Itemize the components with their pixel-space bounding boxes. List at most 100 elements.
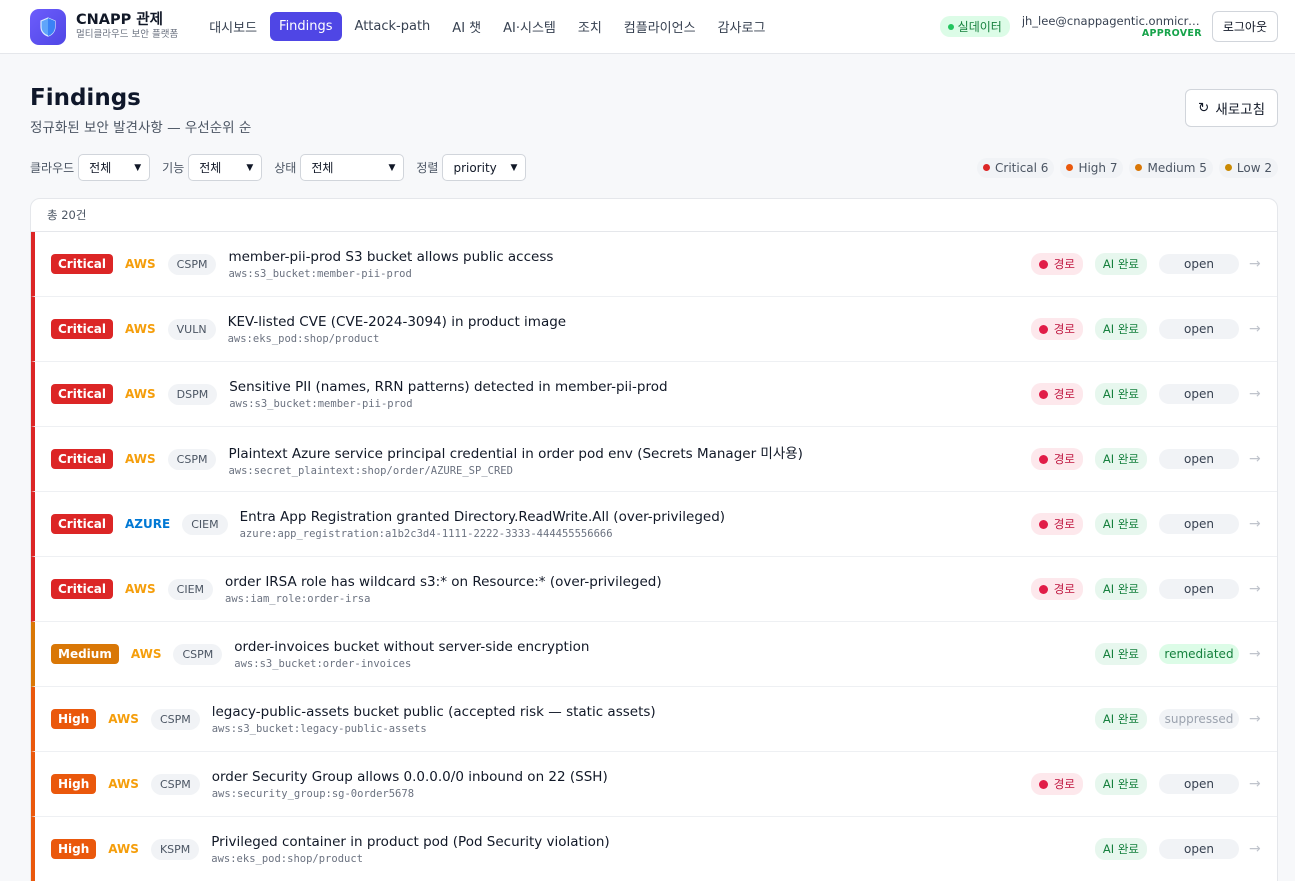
attack-path-badge: 경로: [1030, 513, 1083, 535]
legend-item: Low 2: [1218, 157, 1278, 178]
finding-resource: aws:s3_bucket:member-pii-prod: [228, 267, 412, 280]
logout-button[interactable]: 로그아웃: [1211, 11, 1278, 42]
user-role: APPROVER: [1141, 28, 1202, 39]
finding-title: Privileged container in product pod (Pod…: [211, 833, 610, 850]
path-label: 경로: [1053, 517, 1075, 531]
attack-path-badge: 경로: [1030, 448, 1083, 470]
table-row[interactable]: High AWS CSPM order Security Group allows 0…: [31, 752, 1277, 817]
arrow-right-icon[interactable]: →: [1249, 841, 1263, 857]
finding-resource: aws:s3_bucket:order-invoices: [234, 657, 412, 670]
chevron-down-icon: ▼: [246, 162, 254, 173]
legend-item: Critical 6: [977, 157, 1055, 178]
finding-title: KEV-listed CVE (CVE-2024-3094) in produc…: [227, 313, 567, 330]
path-dot-icon: [1038, 584, 1048, 594]
filter-select[interactable]: 전체 ▼: [300, 154, 405, 181]
table-row[interactable]: Critical AZURE CIEM Entra App Registration …: [31, 492, 1277, 557]
table-row[interactable]: Critical AWS VULN KEV-listed CVE (CVE-2024-…: [31, 297, 1277, 362]
cloud-label: AWS: [125, 322, 156, 336]
arrow-right-icon[interactable]: →: [1249, 451, 1263, 467]
filter-select[interactable]: priority ▼: [442, 154, 527, 181]
app-logo[interactable]: [30, 8, 66, 45]
finding-title: member-pii-prod S3 bucket allows public …: [228, 248, 554, 265]
brand-title: CNAPP 관제: [76, 12, 163, 28]
chevron-down-icon: ▼: [134, 162, 142, 173]
path-dot-icon: [1038, 519, 1048, 529]
severity-badge: High: [51, 774, 97, 794]
attack-path-badge: 경로: [1030, 318, 1083, 340]
nav-item[interactable]: AI 챗: [443, 10, 490, 43]
filter-label: 클라우드: [30, 161, 75, 175]
ai-done-badge: AI 완료: [1094, 448, 1147, 470]
legend-label: Critical 6: [995, 160, 1049, 175]
status-badge: open: [1159, 384, 1239, 404]
severity-badge: Critical: [51, 579, 114, 599]
cloud-label: AWS: [125, 387, 156, 401]
table-row[interactable]: Critical AWS DSPM Sensitive PII (names, RRN…: [31, 362, 1277, 427]
arrow-right-icon[interactable]: →: [1249, 646, 1263, 662]
live-data-badge: 실데이터: [939, 16, 1010, 37]
attack-path-badge: 경로: [1030, 253, 1083, 275]
cloud-label: AWS: [125, 452, 156, 466]
filter-bar: 클라우드 전체 ▼ 기능 전체 ▼ 상태 전체 ▼ 정렬 priority ▼ Critical 6 Hi…: [0, 154, 1295, 181]
nav-item[interactable]: AI·시스템: [494, 10, 565, 43]
arrow-right-icon[interactable]: →: [1249, 581, 1263, 597]
finding-resource: aws:s3_bucket:legacy-public-assets: [211, 722, 427, 735]
finding-info: Sensitive PII (names, RRN patterns) dete…: [229, 379, 1031, 410]
finding-title: Plaintext Azure service principal creden…: [228, 445, 803, 462]
nav-item[interactable]: Findings: [270, 12, 342, 41]
nav-item[interactable]: 감사로그: [709, 10, 775, 43]
ai-done-badge: AI 완료: [1094, 578, 1147, 600]
page-title: Findings: [30, 85, 141, 111]
finding-resource: aws:eks_pod:shop/product: [227, 332, 380, 345]
filter-select[interactable]: 전체 ▼: [188, 154, 263, 181]
live-data-label: 실데이터: [957, 20, 1002, 34]
attack-path-badge: 경로: [1030, 383, 1083, 405]
nav-item[interactable]: 대시보드: [200, 10, 266, 43]
finding-info: Plaintext Azure service principal creden…: [228, 442, 1030, 477]
category-badge: KSPM: [150, 838, 200, 860]
top-bar: CNAPP 관제 멀티클라우드 보안 플랫폼 대시보드 Findings Attac…: [0, 0, 1295, 54]
attack-path-badge: 경로: [1030, 578, 1083, 600]
filter-select[interactable]: 전체 ▼: [78, 154, 151, 181]
table-row[interactable]: Critical AWS CSPM member-pii-prod S3 bucket…: [31, 232, 1277, 297]
table-row[interactable]: High AWS CSPM legacy-public-assets bucket p…: [31, 687, 1277, 752]
severity-badge: Critical: [51, 254, 114, 274]
category-badge: CIEM: [182, 513, 228, 535]
finding-title: order IRSA role has wildcard s3:* on Res…: [225, 573, 662, 590]
ai-done-badge: AI 완료: [1094, 253, 1147, 275]
table-row[interactable]: Critical AWS CIEM order IRSA role has wildc…: [31, 557, 1277, 622]
status-badge: open: [1159, 514, 1239, 534]
filter-label: 기능: [162, 161, 185, 175]
arrow-right-icon[interactable]: →: [1249, 256, 1263, 272]
arrow-right-icon[interactable]: →: [1249, 776, 1263, 792]
page-header: Findings 정규화된 보안 발견사항 — 우선순위 순 ↻ 새로고침: [0, 54, 1295, 136]
table-row[interactable]: Medium AWS CSPM order-invoices bucket witho…: [31, 622, 1277, 687]
ai-done-badge: AI 완료: [1094, 838, 1147, 860]
nav-item[interactable]: Attack-path: [346, 12, 440, 41]
cloud-label: AWS: [108, 712, 139, 726]
refresh-button[interactable]: ↻ 새로고침: [1185, 89, 1278, 127]
arrow-right-icon[interactable]: →: [1249, 386, 1263, 402]
severity-badge: Medium: [51, 644, 119, 664]
nav-item[interactable]: 조치: [569, 10, 611, 43]
ai-done-badge: AI 완료: [1094, 643, 1147, 665]
path-label: 경로: [1053, 322, 1075, 336]
arrow-right-icon[interactable]: →: [1249, 321, 1263, 337]
category-badge: VULN: [167, 318, 216, 340]
arrow-right-icon[interactable]: →: [1249, 711, 1263, 727]
path-dot-icon: [1038, 389, 1048, 399]
table-row[interactable]: High AWS KSPM Privileged container in produ…: [31, 817, 1277, 881]
cloud-label: AZURE: [125, 517, 171, 531]
arrow-right-icon[interactable]: →: [1249, 516, 1263, 532]
category-badge: DSPM: [167, 383, 218, 405]
severity-badge: High: [51, 839, 97, 859]
cloud-label: AWS: [108, 842, 139, 856]
nav-item[interactable]: 컴플라이언스: [615, 10, 705, 43]
finding-resource: aws:eks_pod:shop/product: [211, 852, 363, 865]
cloud-label: AWS: [125, 257, 156, 271]
legend-label: Medium 5: [1147, 160, 1207, 175]
legend-label: Low 2: [1236, 160, 1272, 175]
filter-label: 정렬: [416, 161, 439, 175]
table-row[interactable]: Critical AWS CSPM Plaintext Azure service p…: [31, 427, 1277, 492]
severity-badge: High: [51, 709, 97, 729]
